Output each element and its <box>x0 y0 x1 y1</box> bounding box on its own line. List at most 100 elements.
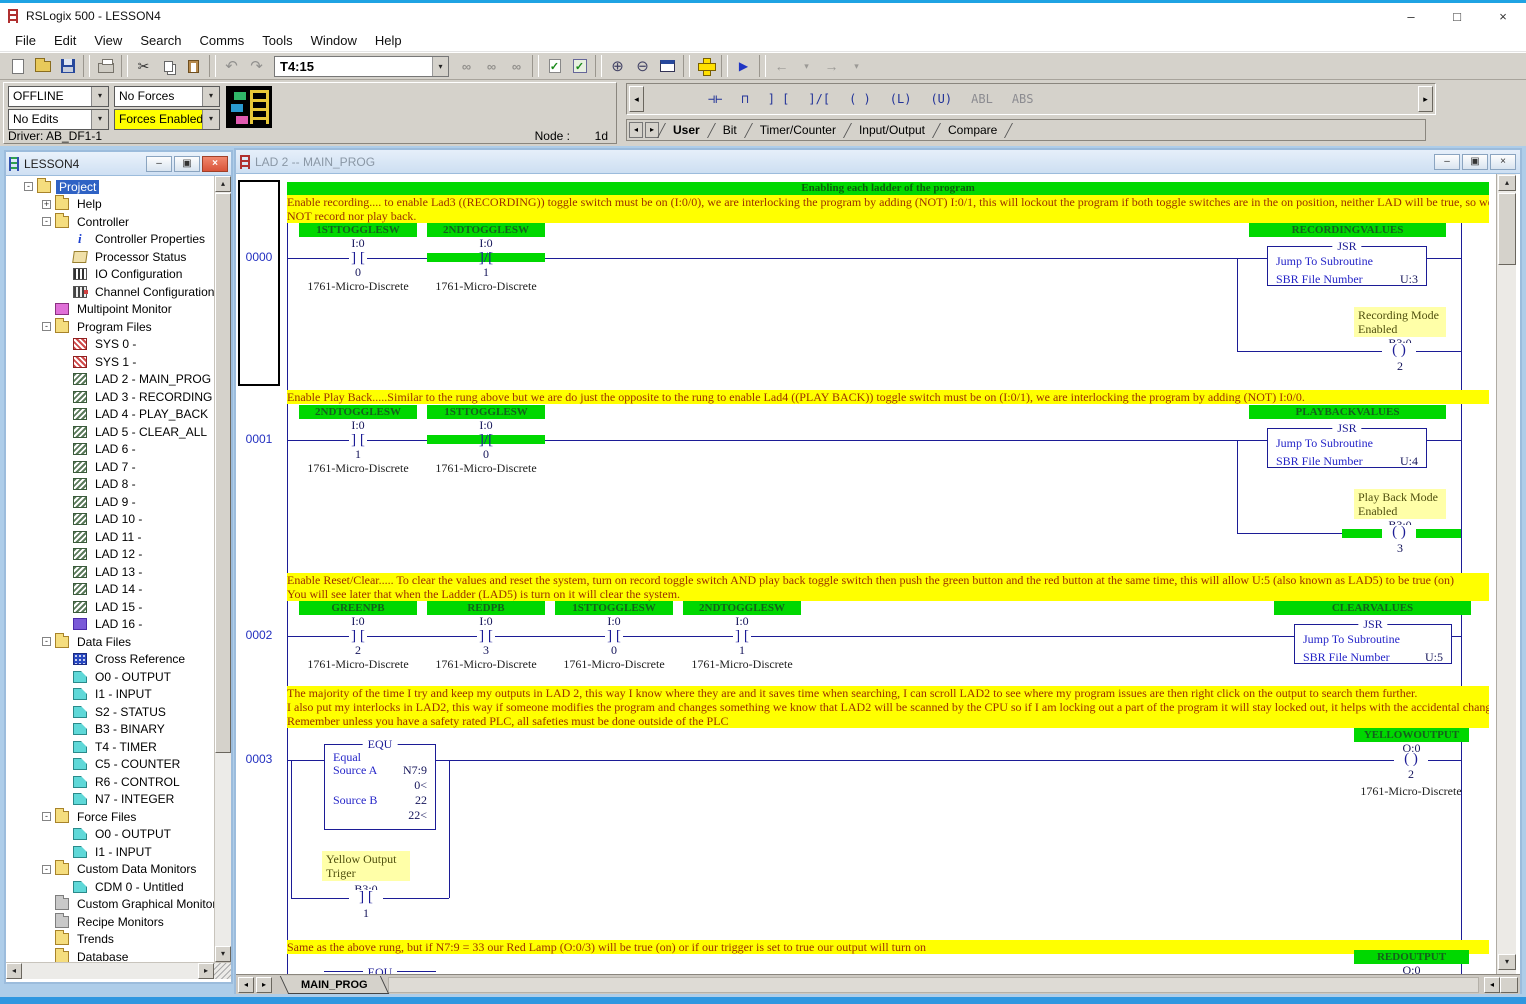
nav-forward-icon[interactable]: → <box>819 55 844 77</box>
contact-icon[interactable]: ] [ <box>349 251 367 266</box>
tree-item[interactable]: Custom Graphical Monitors <box>6 896 214 914</box>
branch-icon[interactable]: ⊓ <box>741 92 748 106</box>
restore-icon[interactable]: ▣ <box>174 156 200 172</box>
zoom-in-icon[interactable]: ⊕ <box>605 55 630 77</box>
save-icon[interactable] <box>55 55 80 77</box>
tree-item[interactable]: Recipe Monitors <box>6 913 214 931</box>
tree-expander[interactable]: - <box>42 637 51 646</box>
contact-instruction[interactable]: 1STTOGGLESW I:0 ]/[ 0 1761-Micro-Discret… <box>422 405 550 475</box>
tree-item[interactable]: LAD 2 - MAIN_PROG <box>6 371 214 389</box>
ladder-window-titlebar[interactable]: LAD 2 -- MAIN_PROG – ▣ × <box>236 150 1520 174</box>
contact-icon[interactable]: ] [ <box>605 629 623 644</box>
contact-icon[interactable]: ] [ <box>477 629 495 644</box>
tree-item[interactable]: Processor Status <box>6 248 214 266</box>
forces-combo[interactable]: No Forces ▾ <box>114 86 220 107</box>
tree-item[interactable]: SYS 1 - <box>6 353 214 371</box>
find-replace-icon[interactable]: ∞ <box>504 55 529 77</box>
contact-icon[interactable]: ] [ <box>349 433 367 448</box>
tree-item[interactable]: T4 - TIMER <box>6 738 214 756</box>
contact-instruction[interactable]: GREENPB I:0 ] [ 2 1761-Micro-Discrete <box>294 601 422 671</box>
tree-item[interactable]: Cross Reference <box>6 651 214 669</box>
nav-back-icon[interactable]: ← <box>769 55 794 77</box>
ladder-vertical-scrollbar[interactable]: ▴ ▾ <box>1496 174 1516 974</box>
open-file-icon[interactable] <box>30 55 55 77</box>
program-tab[interactable]: MAIN_PROG <box>280 976 389 994</box>
zoom-out-icon[interactable]: ⊖ <box>630 55 655 77</box>
jsr-instruction[interactable]: JSR Jump To Subroutine SBR File NumberU:… <box>1267 428 1427 468</box>
tree-expander[interactable]: - <box>42 322 51 331</box>
menu-item[interactable]: File <box>6 33 45 48</box>
xic-contact-icon[interactable]: ] [ <box>768 92 790 106</box>
scroll-right-icon[interactable]: ▸ <box>1418 86 1433 112</box>
forces-state-combo[interactable]: Forces Enabled ▾ <box>114 109 220 130</box>
scrollbar-thumb[interactable] <box>215 193 231 753</box>
find-next-icon[interactable]: ∞ <box>454 55 479 77</box>
tree-item[interactable]: LAD 11 - <box>6 528 214 546</box>
rung-selection-box[interactable] <box>238 180 280 386</box>
rung-icon[interactable]: ⊣⊢ <box>708 92 722 106</box>
tree-item[interactable]: C5 - COUNTER <box>6 756 214 774</box>
new-rung-icon[interactable] <box>693 55 718 77</box>
palette-tab[interactable]: Bit <box>712 122 748 138</box>
tree-item[interactable]: O0 - OUTPUT <box>6 826 214 844</box>
abs-instruction-icon[interactable]: ABS <box>1012 92 1034 106</box>
tree-item[interactable]: + Help <box>6 196 214 214</box>
contact-icon[interactable]: ] [ <box>733 629 751 644</box>
rung-number[interactable]: 0001 <box>236 432 282 446</box>
scroll-up-icon[interactable]: ▴ <box>1498 175 1516 191</box>
tree-item[interactable]: - Custom Data Monitors <box>6 861 214 879</box>
address-combo[interactable]: T4:15 ▾ <box>274 56 449 77</box>
jsr-instruction[interactable]: JSR Jump To Subroutine SBR File NumberU:… <box>1267 246 1427 286</box>
tree-item[interactable]: LAD 5 - CLEAR_ALL <box>6 423 214 441</box>
new-file-icon[interactable] <box>5 55 30 77</box>
xio-contact-icon[interactable]: ]/[ <box>808 92 830 106</box>
scroll-left-icon[interactable]: ◂ <box>629 86 644 112</box>
rung-number[interactable]: 0000 <box>236 250 282 264</box>
tree-item[interactable]: LAD 4 - PLAY_BACK <box>6 406 214 424</box>
nav-back-drop-icon[interactable]: ▾ <box>794 55 819 77</box>
coil-icon[interactable]: ( ) <box>1394 752 1428 767</box>
scroll-down-icon[interactable]: ▾ <box>1498 954 1516 970</box>
minimize-icon[interactable]: – <box>1434 154 1460 170</box>
tree-item[interactable]: Multipoint Monitor <box>6 301 214 319</box>
tree-item[interactable]: LAD 3 - RECORDING <box>6 388 214 406</box>
tree-item[interactable]: B3 - BINARY <box>6 721 214 739</box>
tree-expander[interactable]: - <box>42 812 51 821</box>
tree-item[interactable]: LAD 9 - <box>6 493 214 511</box>
tree-item[interactable]: LAD 7 - <box>6 458 214 476</box>
minimize-icon[interactable]: – <box>1388 4 1434 28</box>
tree-window-titlebar[interactable]: LESSON4 – ▣ × <box>6 152 231 176</box>
chevron-down-icon[interactable]: ▾ <box>202 87 219 106</box>
chevron-down-icon[interactable]: ▾ <box>91 87 108 106</box>
tree-item[interactable]: LAD 10 - <box>6 511 214 529</box>
redo-icon[interactable]: ↷ <box>244 55 269 77</box>
tree-item[interactable]: O0 - OUTPUT <box>6 668 214 686</box>
tree-item[interactable]: LAD 14 - <box>6 581 214 599</box>
tree-item[interactable]: Database <box>6 948 214 962</box>
rung-number[interactable]: 0002 <box>236 628 282 642</box>
cut-icon[interactable]: ✂ <box>131 55 156 77</box>
find-prev-icon[interactable]: ∞ <box>479 55 504 77</box>
scroll-down-icon[interactable]: ▾ <box>215 946 231 962</box>
scroll-up-icon[interactable]: ▴ <box>215 176 231 192</box>
print-icon[interactable] <box>93 55 118 77</box>
restore-icon[interactable]: ▣ <box>1462 154 1488 170</box>
tree-item[interactable]: - Project <box>6 178 214 196</box>
nav-forward-drop-icon[interactable]: ▾ <box>844 55 869 77</box>
paste-icon[interactable] <box>181 55 206 77</box>
menu-item[interactable]: View <box>85 33 131 48</box>
tree-item[interactable]: LAD 8 - <box>6 476 214 494</box>
contact-icon[interactable]: ]/[ <box>477 251 495 266</box>
contact-instruction[interactable]: REDPB I:0 ] [ 3 1761-Micro-Discrete <box>422 601 550 671</box>
menu-item[interactable]: Window <box>302 33 366 48</box>
tree-item[interactable]: S2 - STATUS <box>6 703 214 721</box>
chevron-down-icon[interactable]: ▾ <box>202 110 219 129</box>
undo-icon[interactable]: ↶ <box>219 55 244 77</box>
menu-item[interactable]: Tools <box>253 33 301 48</box>
rung-number[interactable]: 0003 <box>236 752 282 766</box>
equ-instruction[interactable]: EQU Equal Source AN7:90<Source B2222< <box>324 744 436 830</box>
tree-item[interactable]: - Program Files <box>6 318 214 336</box>
scroll-left-icon[interactable]: ◂ <box>6 963 22 979</box>
contact-instruction[interactable]: 2NDTOGGLESW I:0 ]/[ 1 1761-Micro-Discret… <box>422 223 550 293</box>
contact-instruction[interactable]: 2NDTOGGLESW I:0 ] [ 1 1761-Micro-Discret… <box>294 405 422 475</box>
